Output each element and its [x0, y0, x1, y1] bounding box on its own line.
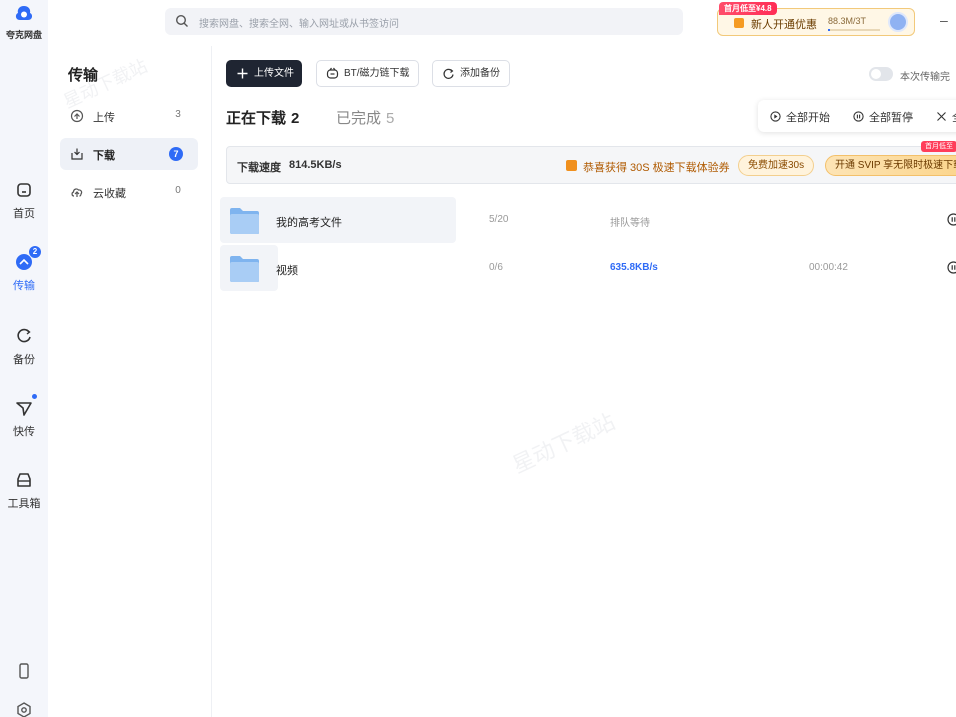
vip-promo[interactable]: 首月低至¥4.8 新人开通优惠 88.3M/3T: [717, 2, 915, 36]
sidebar-item-count: 3: [175, 109, 181, 120]
svip-button[interactable]: 开通 SVIP 享无限时极速下载: [825, 155, 956, 176]
speed-value: 814.5KB/s: [289, 159, 342, 171]
free-boost-button[interactable]: 免费加速30s: [738, 155, 815, 176]
download-row[interactable]: 我的高考文件 5/20 排队等待: [220, 197, 956, 243]
quick-send-dot: [32, 394, 37, 399]
close-icon: [937, 112, 946, 121]
sidebar-item-label: 云收藏: [93, 188, 126, 200]
minimize-button[interactable]: –: [940, 12, 948, 28]
add-backup-label: 添加备份: [460, 68, 500, 79]
add-backup-button[interactable]: 添加备份: [432, 60, 510, 87]
speed-label: 下载速度: [237, 162, 281, 174]
upload-file-label: 上传文件: [254, 68, 294, 79]
rail-item-label: 传输: [13, 280, 35, 292]
main-panel: 上传文件 BT/磁力链下载 添加备份 本次传输完 正在下载 2 已完成 5 全部开始: [212, 46, 956, 717]
magnet-icon: [326, 67, 339, 79]
storage-bar: [828, 29, 880, 31]
transfer-badge: 2: [29, 246, 41, 258]
search-box[interactable]: 搜索网盘、搜索全网、输入网址或从书签访问: [165, 8, 683, 35]
toolbox-icon: [17, 473, 31, 487]
file-name: 我的高考文件: [276, 217, 342, 229]
tab-label: 正在下载: [226, 110, 287, 127]
rail-item-home[interactable]: 首页: [0, 180, 48, 221]
rail-item-label: 首页: [13, 208, 35, 220]
start-all-button[interactable]: 全部开始: [770, 109, 830, 125]
watermark: 星动下载站: [508, 408, 619, 478]
top-bar: 搜索网盘、搜索全网、输入网址或从书签访问 首月低至¥4.8 新人开通优惠 88.…: [48, 0, 956, 46]
tab-downloading[interactable]: 正在下载 2: [226, 107, 299, 128]
left-rail: 夸克网盘 首页 2 传输 备份 快传 工具箱: [0, 0, 48, 717]
sidebar-item-download[interactable]: 下载 7: [60, 138, 198, 170]
auto-shutdown-label: 本次传输完: [900, 72, 950, 83]
search-placeholder: 搜索网盘、搜索全网、输入网址或从书签访问: [199, 19, 399, 30]
gift-icon: [734, 18, 744, 28]
storage-capacity: 88.3M/3T: [828, 16, 867, 26]
plus-icon: [237, 68, 248, 79]
download-count-badge: 7: [169, 147, 183, 161]
file-progress: 0/6: [489, 262, 503, 273]
rail-settings[interactable]: [0, 700, 48, 717]
file-speed: 635.8KB/s: [610, 262, 658, 273]
tab-count: 5: [386, 110, 395, 127]
sidebar-item-count: 0: [175, 185, 181, 196]
speed-coupon-message: 恭喜获得 30S 极速下载体验券: [583, 162, 730, 174]
pause-icon[interactable]: [947, 213, 956, 226]
start-all-label: 全部开始: [786, 112, 830, 124]
storage-bar-fill: [828, 29, 830, 31]
transfer-sidebar: 传输 上传 3 下载 7 云收藏 0: [48, 46, 212, 717]
tab-completed[interactable]: 已完成 5: [336, 107, 394, 128]
file-progress: 5/20: [489, 214, 509, 225]
rail-phone[interactable]: [0, 661, 48, 681]
promo-text: 新人开通优惠: [751, 19, 817, 31]
rail-item-transfer[interactable]: 2 传输: [0, 246, 48, 293]
download-icon: [71, 148, 83, 160]
phone-icon: [19, 663, 29, 679]
folder-icon: [230, 256, 259, 282]
sidebar-item-cloud-favorite[interactable]: 云收藏 0: [60, 176, 198, 208]
pause-icon[interactable]: [947, 261, 956, 274]
pause-circle-icon: [853, 111, 864, 122]
avatar[interactable]: [888, 12, 908, 32]
upload-file-button[interactable]: 上传文件: [226, 60, 302, 87]
sidebar-item-label: 上传: [93, 112, 115, 124]
file-status: 排队等待: [610, 218, 650, 229]
app-logo[interactable]: 夸克网盘: [0, 4, 48, 41]
app-logo-text: 夸克网盘: [5, 30, 42, 40]
promo-tag: 首月低至¥4.8: [719, 2, 777, 15]
cancel-all-label: 全: [952, 112, 956, 124]
download-speed-bar: 下载速度 814.5KB/s 恭喜获得 30S 极速下载体验券 免费加速30s …: [226, 141, 956, 184]
bt-magnet-label: BT/磁力链下载: [344, 68, 410, 79]
backup-icon: [443, 68, 454, 79]
rail-item-quick-send[interactable]: 快传: [0, 394, 48, 439]
auto-shutdown-toggle[interactable]: [869, 67, 893, 81]
tab-label: 已完成: [336, 110, 382, 127]
play-circle-icon: [770, 111, 781, 122]
pause-all-button[interactable]: 全部暂停: [853, 109, 913, 125]
file-name: 视频: [276, 265, 298, 277]
rail-item-toolbox[interactable]: 工具箱: [0, 470, 48, 511]
toggle-knob: [871, 69, 881, 79]
rail-item-backup[interactable]: 备份: [0, 326, 48, 367]
svip-tag: 首月低至: [921, 141, 956, 152]
file-eta: 00:00:42: [809, 262, 848, 273]
download-row[interactable]: 视频 0/6 635.8KB/s 00:00:42: [220, 245, 956, 291]
download-controls: 全部开始 全部暂停 全: [758, 100, 956, 132]
sidebar-item-label: 下载: [93, 150, 115, 162]
pause-all-label: 全部暂停: [869, 112, 913, 124]
folder-icon: [230, 208, 259, 234]
search-icon: [175, 14, 188, 27]
quick-send-icon: [16, 402, 32, 416]
rail-item-label: 备份: [13, 354, 35, 366]
cancel-all-button[interactable]: 全: [936, 109, 956, 125]
coupon-icon: [566, 160, 577, 171]
settings-icon: [17, 702, 31, 717]
bt-magnet-download-button[interactable]: BT/磁力链下载: [316, 60, 419, 87]
rail-item-label: 快传: [13, 426, 35, 438]
tab-count: 2: [291, 110, 300, 127]
cloud-logo-icon: [15, 6, 33, 20]
home-icon: [17, 183, 31, 197]
cloud-favorite-icon: [71, 188, 83, 197]
backup-icon: [17, 328, 31, 343]
rail-item-label: 工具箱: [7, 498, 41, 510]
